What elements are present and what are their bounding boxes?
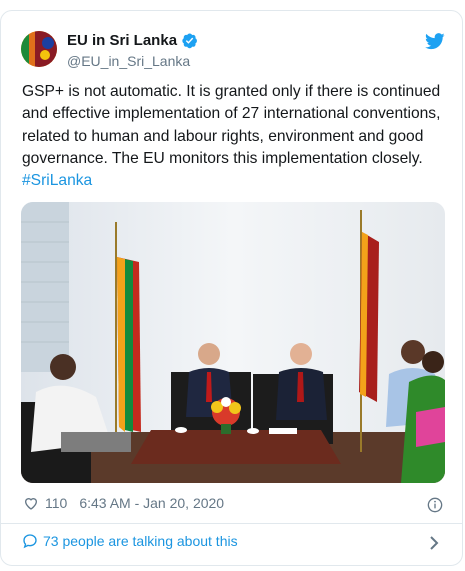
verified-badge-icon	[182, 33, 197, 49]
tweet-body: GSP+ is not automatic. It is granted onl…	[22, 83, 441, 167]
speech-bubble-icon	[23, 534, 37, 549]
tweet-meta-row: 110 6:43 AM - Jan 20, 2020	[23, 495, 224, 511]
talking-count[interactable]: 73 people are talking about this	[43, 533, 238, 549]
embedded-tweet-card: EU in Sri Lanka @EU_in_Sri_Lanka GSP+ is…	[0, 10, 463, 566]
tweet-photo[interactable]	[21, 202, 445, 483]
divider	[1, 523, 462, 524]
hashtag-link[interactable]: #SriLanka	[22, 172, 92, 189]
timestamp[interactable]: 6:43 AM - Jan 20, 2020	[79, 495, 224, 511]
info-icon[interactable]	[427, 497, 443, 513]
like-count[interactable]: 110	[45, 495, 67, 511]
author-name[interactable]: EU in Sri Lanka	[67, 32, 177, 49]
meeting-photo	[21, 202, 445, 483]
conversation-link[interactable]: 73 people are talking about this	[22, 533, 238, 549]
heart-icon[interactable]	[23, 495, 39, 511]
author-name-row[interactable]: EU in Sri Lanka	[67, 32, 198, 49]
chevron-right-icon[interactable]	[429, 536, 439, 550]
author-handle[interactable]: @EU_in_Sri_Lanka	[67, 53, 190, 69]
twitter-bird-icon[interactable]	[425, 33, 445, 50]
avatar[interactable]	[21, 31, 57, 67]
tweet-text: GSP+ is not automatic. It is granted onl…	[22, 81, 447, 192]
